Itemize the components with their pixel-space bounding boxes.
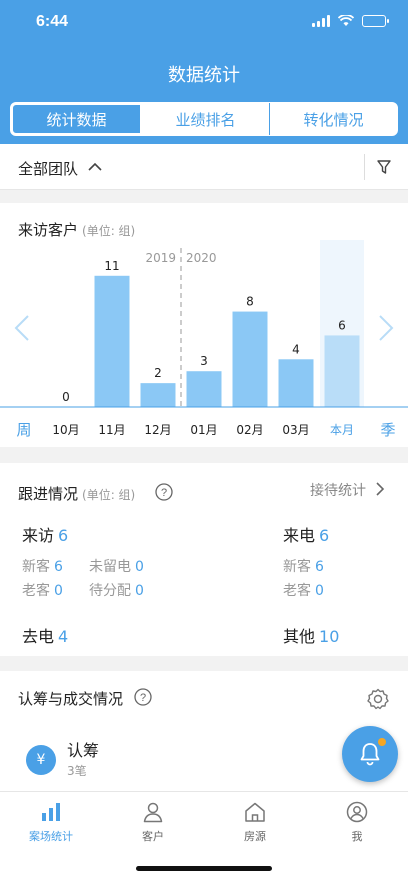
chart-bar[interactable] bbox=[186, 371, 222, 407]
wifi-icon bbox=[338, 15, 354, 26]
tab-label: 房源 bbox=[244, 830, 266, 843]
tab-me[interactable]: 我 bbox=[317, 800, 397, 844]
chevron-up-icon[interactable] bbox=[86, 158, 104, 176]
status-bar: 6:44 bbox=[0, 0, 408, 46]
category-label[interactable]: 10月 bbox=[52, 423, 79, 437]
visit-chart-card: 2019 2020 0 10月 11 11月 2 12月 3 01月 8 02月 4 03月 6 本月 周… bbox=[0, 203, 408, 447]
category-label[interactable]: 11月 bbox=[98, 423, 125, 437]
page-title: 数据统计 bbox=[168, 65, 240, 86]
filter-icon[interactable] bbox=[376, 159, 392, 175]
tab-label: 案场统计 bbox=[29, 830, 73, 843]
bar-value-label: 3 bbox=[200, 354, 208, 368]
deal-title: 认筹与成交情况 bbox=[18, 690, 124, 708]
gear-icon[interactable] bbox=[366, 687, 390, 711]
chart-bar[interactable] bbox=[140, 383, 176, 407]
notification-button[interactable] bbox=[342, 726, 398, 782]
visit-unit: (单位: 组) bbox=[82, 224, 136, 238]
visit-stat: 来访 6 bbox=[22, 526, 69, 545]
chevron-right-icon[interactable] bbox=[379, 315, 394, 341]
other-stat: 其他 10 bbox=[283, 627, 340, 646]
period-season-button[interactable]: 季 bbox=[380, 421, 395, 439]
follow-unit: (单位: 组) bbox=[82, 488, 136, 502]
profile-icon bbox=[346, 801, 368, 823]
bar-chart-icon bbox=[42, 803, 60, 821]
visit-title: 来访客户 (单位: 组) bbox=[18, 219, 135, 240]
call-in-stat: 来电 6 bbox=[283, 526, 330, 545]
bar-value-label: 2 bbox=[154, 366, 162, 380]
deal-card: 认筹与成交情况 ? ¥ 认筹 3笔 bbox=[0, 671, 408, 791]
visit-old-stat: 老客 0 bbox=[22, 583, 63, 599]
svg-text:?: ? bbox=[140, 692, 146, 704]
visit-title-text: 来访客户 bbox=[18, 221, 79, 239]
tab-label: 我 bbox=[351, 830, 363, 843]
call-out-stat: 去电 4 bbox=[22, 627, 69, 646]
bar-value-label: 8 bbox=[246, 295, 254, 309]
bar-value-label: 4 bbox=[292, 342, 300, 356]
header: 6:44 数据统计 统计数据 业绩排名 转化情况 bbox=[0, 0, 408, 144]
chevron-left-icon[interactable] bbox=[14, 315, 29, 341]
chart-bar[interactable] bbox=[232, 311, 268, 407]
subscription-count: 3笔 bbox=[67, 764, 87, 778]
notification-badge bbox=[378, 738, 386, 746]
visit-new-stat: 新客 6 bbox=[22, 559, 63, 575]
person-icon bbox=[143, 802, 163, 823]
call-new-stat: 新客 6 bbox=[283, 559, 324, 575]
tab-houses[interactable]: 房源 bbox=[215, 800, 295, 844]
follow-up-card: 跟进情况 (单位: 组) ? 接待统计 来访 6 新客 6 未留电 0 老客 0 待分配 0… bbox=[0, 463, 408, 656]
tab-conversion[interactable]: 转化情况 bbox=[270, 103, 397, 135]
bar-value-label: 11 bbox=[104, 259, 119, 273]
tab-statistics[interactable]: 统计数据 bbox=[11, 103, 142, 135]
visit-pending-stat: 待分配 0 bbox=[89, 583, 144, 599]
year-right-label: 2020 bbox=[186, 251, 217, 265]
status-time: 6:44 bbox=[36, 13, 69, 30]
follow-title: 跟进情况 (单位: 组) bbox=[18, 483, 135, 504]
bar-value-label: 0 bbox=[62, 390, 70, 404]
chart-bar[interactable] bbox=[324, 335, 360, 407]
segment-control: 统计数据 业绩排名 转化情况 bbox=[10, 102, 398, 136]
bar-value-label: 6 bbox=[338, 318, 346, 332]
call-old-stat: 老客 0 bbox=[283, 583, 324, 599]
category-label[interactable]: 01月 bbox=[190, 423, 217, 437]
tab-customers[interactable]: 客户 bbox=[113, 800, 193, 844]
house-icon bbox=[245, 802, 265, 822]
help-icon[interactable]: ? bbox=[134, 688, 152, 706]
signal-icon bbox=[312, 15, 330, 27]
category-label[interactable]: 02月 bbox=[236, 423, 263, 437]
team-selector[interactable]: 全部团队 bbox=[18, 158, 78, 179]
battery-icon bbox=[362, 15, 389, 27]
reception-stats-link[interactable]: 接待统计 bbox=[310, 480, 366, 500]
status-icons bbox=[312, 15, 389, 27]
help-icon[interactable]: ? bbox=[155, 483, 173, 501]
subscription-title: 认筹 bbox=[67, 741, 100, 760]
period-week-button[interactable]: 周 bbox=[16, 421, 31, 439]
svg-text:?: ? bbox=[161, 487, 167, 499]
team-filter-row: 全部团队 bbox=[0, 144, 408, 190]
yen-icon: ¥ bbox=[26, 745, 56, 775]
chevron-right-icon[interactable] bbox=[374, 481, 386, 497]
chart-bar[interactable] bbox=[278, 359, 314, 407]
tab-site-stats[interactable]: 案场统计 bbox=[11, 800, 91, 844]
tab-label: 客户 bbox=[142, 830, 164, 843]
follow-title-text: 跟进情况 bbox=[18, 485, 79, 503]
year-left-label: 2019 bbox=[145, 251, 176, 265]
category-label[interactable]: 12月 bbox=[144, 423, 171, 437]
tab-ranking[interactable]: 业绩排名 bbox=[142, 103, 270, 135]
category-label[interactable]: 本月 bbox=[330, 423, 354, 437]
divider bbox=[364, 154, 365, 180]
home-indicator bbox=[136, 866, 272, 871]
category-label[interactable]: 03月 bbox=[282, 423, 309, 437]
visit-no-phone-stat: 未留电 0 bbox=[89, 559, 144, 575]
chart-bar[interactable] bbox=[94, 275, 130, 407]
